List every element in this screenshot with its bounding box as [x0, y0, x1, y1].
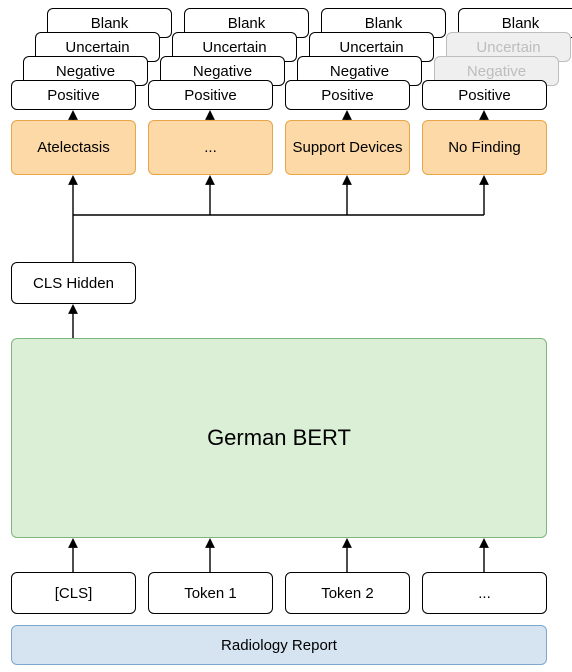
cls-hidden: CLS Hidden — [11, 262, 136, 304]
input-token-ell: ... — [422, 572, 547, 614]
category-support-devices: Support Devices — [285, 120, 410, 175]
option-positive: Positive — [11, 80, 136, 110]
radiology-report: Radiology Report — [11, 625, 547, 665]
bert-encoder: German BERT — [11, 338, 547, 538]
input-token-2: Token 2 — [285, 572, 410, 614]
option-positive: Positive — [148, 80, 273, 110]
category-atelectasis: Atelectasis — [11, 120, 136, 175]
option-positive: Positive — [422, 80, 547, 110]
input-token-1: Token 1 — [148, 572, 273, 614]
option-positive: Positive — [285, 80, 410, 110]
category-ellipsis: ... — [148, 120, 273, 175]
category-no-finding: No Finding — [422, 120, 547, 175]
input-token-cls: [CLS] — [11, 572, 136, 614]
